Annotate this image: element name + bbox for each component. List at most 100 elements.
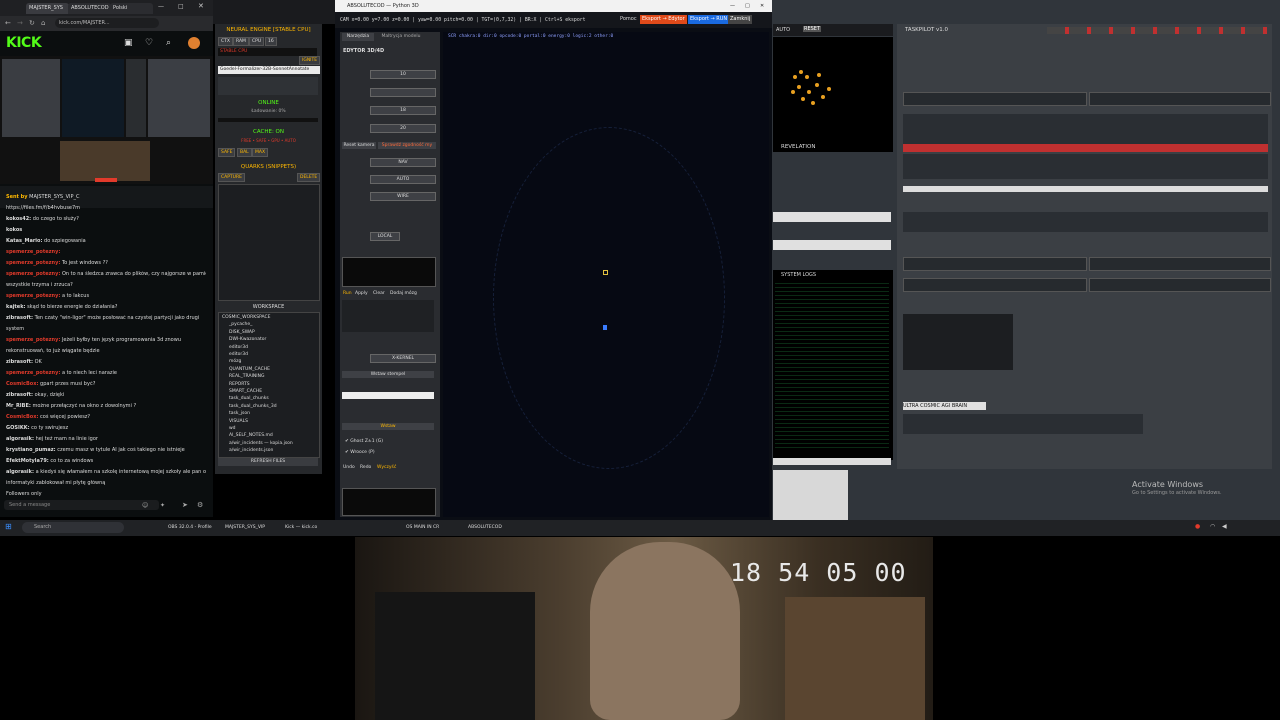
kick-logo[interactable]: KICK: [6, 35, 42, 51]
tree-item[interactable]: task_json: [229, 411, 250, 416]
run-button[interactable]: Run: [343, 291, 352, 296]
reload-icon[interactable]: ↻: [29, 19, 35, 27]
tree-item[interactable]: DISK_SWAP: [229, 330, 255, 335]
tree-item[interactable]: COSMIC_WORKSPACE: [222, 315, 270, 320]
wire-select[interactable]: WIRE: [370, 192, 436, 201]
tab-model-matrix[interactable]: Maltrycja modelu: [376, 33, 426, 41]
url-field[interactable]: kick.com/MAJSTER...: [55, 18, 159, 28]
undo-button[interactable]: Undo: [343, 465, 355, 470]
reset-button[interactable]: RESET: [803, 26, 822, 32]
wifi-icon[interactable]: ◠: [1210, 523, 1215, 530]
taskbar-app[interactable]: OBS 32.0.4 - Profile: [168, 522, 220, 534]
tray-icon[interactable]: ●: [1195, 523, 1200, 530]
camera-marker[interactable]: [603, 325, 607, 330]
check-compat-button[interactable]: Sprawdź zgodność my: [378, 142, 436, 149]
code-input[interactable]: [342, 257, 436, 287]
home-icon[interactable]: ⌂: [41, 19, 45, 27]
target-marker[interactable]: [603, 270, 608, 275]
tree-item[interactable]: DWI-Kwazonator: [229, 337, 266, 342]
taskbar-app[interactable]: Kick — kick.co: [285, 522, 337, 534]
add-brain-button[interactable]: Dodaj mózg: [390, 291, 417, 296]
menu-close[interactable]: Zamknij: [728, 15, 753, 24]
text-field[interactable]: [1089, 92, 1271, 106]
log-input[interactable]: [773, 458, 891, 465]
browser-tab[interactable]: ABSOLUTECOD: [68, 3, 111, 14]
ctx-button[interactable]: CTX: [218, 37, 233, 46]
local-select[interactable]: LOCAL: [370, 232, 400, 241]
wrooce-checkbox[interactable]: ✔ Wrooce (P): [345, 450, 375, 455]
clear-all-button[interactable]: Wyczyść: [377, 465, 396, 470]
delete-button[interactable]: DELETE: [297, 173, 321, 182]
maximize-icon[interactable]: □: [178, 3, 184, 10]
taskbar-app[interactable]: MAJSTER_SYS_VIP: [225, 522, 277, 534]
send-icon[interactable]: ➤: [182, 501, 188, 509]
browser-tab[interactable]: Polski: [110, 3, 153, 14]
close-icon[interactable]: ✕: [198, 2, 204, 10]
forward-icon[interactable]: →: [17, 19, 23, 27]
heart-icon[interactable]: ♡: [145, 38, 153, 48]
bal-button[interactable]: BAL: [237, 148, 252, 157]
cpu-button[interactable]: CPU: [249, 37, 265, 46]
viewport-3d[interactable]: SCR chakra:0 dir:0 opcode:0 portal:0 ene…: [443, 32, 769, 517]
stamp-select[interactable]: X-KERNEL: [370, 354, 436, 363]
reset-camera-button[interactable]: Reset kamera: [342, 142, 376, 149]
menu-help[interactable]: Pomoc: [620, 16, 637, 22]
tree-item[interactable]: REPORTS: [229, 382, 250, 387]
tab-tools[interactable]: Narzędzia: [342, 33, 374, 41]
string-input[interactable]: [342, 392, 434, 399]
brain-list[interactable]: [342, 300, 434, 332]
insert-stamp-button[interactable]: Wstaw stempel: [342, 371, 434, 378]
chat-input[interactable]: Send a message: [4, 500, 159, 510]
mode-select[interactable]: NAV: [370, 158, 436, 167]
minimize-icon[interactable]: —: [158, 3, 164, 10]
redo-button[interactable]: Redo: [360, 465, 371, 470]
text-field[interactable]: [1089, 278, 1271, 292]
minimize-icon[interactable]: —: [730, 0, 735, 12]
tree-item[interactable]: AI_SELF_NOTES.md: [229, 433, 273, 438]
quarks-list[interactable]: [218, 184, 320, 301]
tree-item[interactable]: task_dual_chunks_3d: [229, 404, 277, 409]
gift-icon[interactable]: ✦: [160, 502, 165, 509]
tree-item[interactable]: a/wir_incidents.json: [229, 448, 273, 453]
tree-item[interactable]: VISUALS: [229, 419, 248, 424]
menu-export-run[interactable]: Eksport → RUN: [688, 15, 730, 24]
tree-item[interactable]: a/wir_incidents — kopia.json: [229, 441, 293, 446]
apply-button[interactable]: Apply: [355, 291, 368, 296]
notes-area[interactable]: [903, 212, 1268, 232]
safe-button[interactable]: SAFE: [218, 148, 236, 157]
tree-item[interactable]: QUANTUM_CACHE: [229, 367, 270, 372]
slider-field[interactable]: 20: [370, 124, 436, 133]
avatar[interactable]: [188, 37, 200, 49]
model-size-button[interactable]: 16: [265, 37, 277, 46]
search-icon[interactable]: ⌕: [166, 38, 171, 48]
gear-icon[interactable]: ⚙: [197, 501, 203, 509]
slider-field[interactable]: 18: [370, 106, 436, 115]
refresh-files-button[interactable]: REFRESH FILES: [218, 458, 318, 466]
ignite-button[interactable]: IGNITE: [299, 56, 321, 65]
taskbar-app[interactable]: ABSOLUTECOD: [468, 522, 520, 534]
task-list[interactable]: [903, 314, 1013, 370]
ghost-checkbox[interactable]: ✔ Ghost Z±1 (G): [345, 439, 383, 444]
auto-button[interactable]: AUTO: [776, 27, 790, 33]
menu-export-editor[interactable]: Eksport → Edytor: [640, 15, 687, 24]
taskbar-search[interactable]: Search: [22, 522, 124, 533]
model-select[interactable]: Goedel-Formalizer-32B-SonnetAnnotate: [218, 66, 320, 74]
tree-item[interactable]: REAL_TRAINING: [229, 374, 264, 379]
text-field[interactable]: [903, 257, 1087, 271]
text-field[interactable]: [903, 278, 1087, 292]
stream-video[interactable]: [0, 56, 213, 184]
browse-icon[interactable]: ▣: [124, 38, 133, 48]
maximize-icon[interactable]: □: [745, 0, 750, 12]
close-icon[interactable]: ✕: [760, 0, 764, 12]
text-field[interactable]: [1089, 257, 1271, 271]
tree-item[interactable]: mózg: [229, 359, 241, 364]
auto-select[interactable]: AUTO: [370, 175, 436, 184]
clear-button[interactable]: Clear: [373, 291, 385, 296]
slider-field[interactable]: 10: [370, 70, 436, 79]
slider-field[interactable]: [370, 88, 436, 97]
tree-item[interactable]: editor3d: [229, 352, 248, 357]
max-button[interactable]: MAX: [252, 148, 269, 157]
insert-button[interactable]: Wstaw: [342, 423, 434, 430]
tree-item[interactable]: task_dual_chunks: [229, 396, 269, 401]
windows-start-icon[interactable]: ⊞: [5, 522, 12, 531]
